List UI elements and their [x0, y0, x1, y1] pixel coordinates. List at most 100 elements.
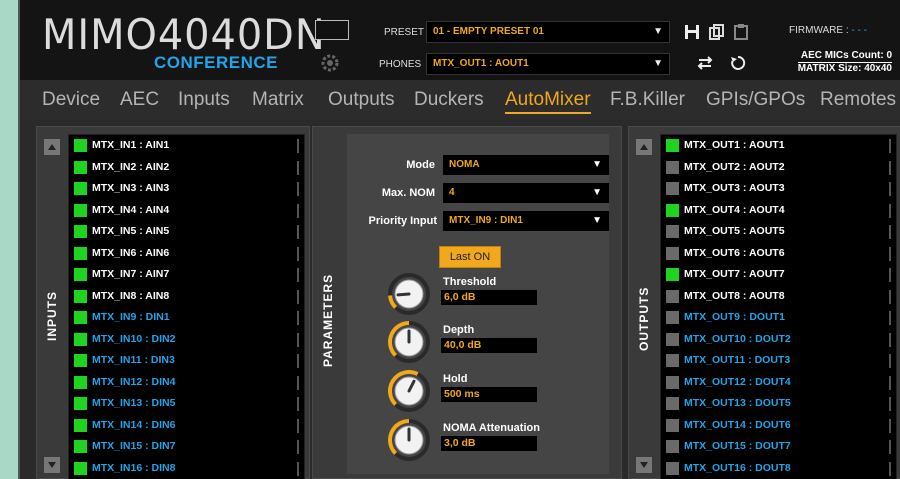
- tab-inputs[interactable]: Inputs: [178, 89, 230, 111]
- enable-checkbox[interactable]: [74, 332, 87, 346]
- tab-gpis-gpos[interactable]: GPIs/GPOs: [706, 89, 805, 111]
- list-item[interactable]: MTX_OUT13 : DOUT5: [661, 393, 896, 415]
- list-item[interactable]: MTX_OUT10 : DOUT2: [661, 329, 896, 351]
- copy-icon[interactable]: [708, 23, 726, 41]
- tab-automixer[interactable]: AutoMixer: [505, 89, 591, 114]
- list-item[interactable]: MTX_IN5 : AIN5: [69, 221, 304, 243]
- last-on-button[interactable]: Last ON: [439, 246, 501, 268]
- tab-fbkiller[interactable]: F.B.Killer: [610, 89, 685, 111]
- list-item[interactable]: MTX_OUT8 : AOUT8: [661, 286, 896, 308]
- priority-dropdown[interactable]: MTX_IN9 : DIN1 ▼: [443, 211, 609, 231]
- list-item[interactable]: MTX_IN11 : DIN3: [69, 350, 304, 372]
- tab-duckers[interactable]: Duckers: [414, 89, 484, 111]
- tab-outputs[interactable]: Outputs: [328, 89, 395, 111]
- phones-dropdown[interactable]: MTX_OUT1 : AOUT1 ▼: [426, 53, 670, 75]
- save-icon[interactable]: [683, 23, 701, 41]
- enable-checkbox[interactable]: [74, 203, 87, 217]
- enable-checkbox[interactable]: [666, 139, 679, 152]
- enable-checkbox[interactable]: [666, 375, 679, 389]
- list-item[interactable]: MTX_IN6 : AIN6: [69, 243, 304, 265]
- list-item[interactable]: MTX_OUT15 : DOUT7: [661, 436, 896, 458]
- enable-checkbox[interactable]: [74, 225, 87, 238]
- maxnom-dropdown[interactable]: 4 ▼: [443, 183, 609, 203]
- list-item[interactable]: MTX_IN4 : AIN4: [69, 200, 304, 222]
- list-item[interactable]: MTX_IN12 : DIN4: [69, 372, 304, 394]
- list-item[interactable]: MTX_OUT14 : DOUT6: [661, 415, 896, 437]
- mode-dropdown[interactable]: NOMA ▼: [443, 155, 609, 175]
- inputs-scroll-down-button[interactable]: [44, 457, 60, 473]
- enable-checkbox[interactable]: [666, 418, 679, 432]
- list-item[interactable]: MTX_OUT2 : AOUT2: [661, 157, 896, 179]
- outputs-scroll-up-button[interactable]: [636, 139, 652, 155]
- list-item[interactable]: MTX_OUT1 : AOUT1: [661, 135, 896, 157]
- list-item[interactable]: MTX_IN3 : AIN3: [69, 178, 304, 200]
- paste-icon[interactable]: [732, 22, 750, 40]
- list-item[interactable]: MTX_IN15 : DIN7: [69, 436, 304, 458]
- knob-value-field[interactable]: 6,0 dB: [441, 290, 537, 305]
- enable-checkbox[interactable]: [666, 440, 679, 453]
- enable-checkbox[interactable]: [74, 289, 87, 303]
- list-item[interactable]: MTX_OUT7 : AOUT7: [661, 264, 896, 286]
- enable-checkbox[interactable]: [74, 418, 87, 432]
- preset-dropdown[interactable]: 01 - EMPTY PRESET 01 ▼: [426, 21, 670, 43]
- list-item[interactable]: MTX_OUT11 : DOUT3: [661, 350, 896, 372]
- enable-checkbox[interactable]: [666, 332, 679, 346]
- enable-checkbox[interactable]: [74, 268, 87, 281]
- list-item[interactable]: MTX_OUT3 : AOUT3: [661, 178, 896, 200]
- tab-device[interactable]: Device: [42, 89, 100, 111]
- knob-hold[interactable]: [387, 369, 431, 413]
- enable-checkbox[interactable]: [74, 246, 87, 260]
- list-item[interactable]: MTX_OUT6 : AOUT6: [661, 243, 896, 265]
- tab-matrix[interactable]: Matrix: [252, 89, 304, 111]
- list-item[interactable]: MTX_IN2 : AIN2: [69, 157, 304, 179]
- swap-icon[interactable]: [696, 54, 714, 72]
- enable-checkbox[interactable]: [74, 139, 87, 152]
- enable-checkbox[interactable]: [74, 440, 87, 453]
- enable-checkbox[interactable]: [74, 375, 87, 389]
- enable-checkbox[interactable]: [666, 289, 679, 303]
- enable-checkbox[interactable]: [666, 182, 679, 195]
- knob-noma-attenuation[interactable]: [387, 418, 431, 462]
- list-item[interactable]: MTX_OUT9 : DOUT1: [661, 307, 896, 329]
- enable-checkbox[interactable]: [666, 461, 679, 475]
- enable-checkbox[interactable]: [666, 246, 679, 260]
- reset-icon[interactable]: [729, 54, 747, 72]
- enable-checkbox[interactable]: [666, 354, 679, 367]
- tab-aec[interactable]: AEC: [120, 89, 159, 111]
- enable-checkbox[interactable]: [74, 354, 87, 367]
- knob-threshold[interactable]: [387, 272, 431, 316]
- knob-value-field[interactable]: 500 ms: [441, 387, 537, 402]
- knob-depth[interactable]: [387, 320, 431, 364]
- list-item[interactable]: MTX_OUT5 : AOUT5: [661, 221, 896, 243]
- status-box[interactable]: [315, 20, 349, 40]
- enable-checkbox[interactable]: [666, 268, 679, 281]
- list-item[interactable]: MTX_IN1 : AIN1: [69, 135, 304, 157]
- list-item[interactable]: MTX_IN9 : DIN1: [69, 307, 304, 329]
- list-item[interactable]: MTX_IN10 : DIN2: [69, 329, 304, 351]
- knob-value-field[interactable]: 40,0 dB: [441, 338, 537, 353]
- enable-checkbox[interactable]: [666, 311, 679, 324]
- enable-checkbox[interactable]: [666, 203, 679, 217]
- enable-checkbox[interactable]: [666, 397, 679, 410]
- list-item[interactable]: MTX_OUT4 : AOUT4: [661, 200, 896, 222]
- outputs-list[interactable]: MTX_OUT1 : AOUT1 MTX_OUT2 : AOUT2 MTX_OUT3…: [660, 134, 897, 479]
- knob-value-field[interactable]: 3,0 dB: [441, 436, 537, 451]
- list-item[interactable]: MTX_IN16 : DIN8: [69, 458, 304, 479]
- enable-checkbox[interactable]: [666, 160, 679, 174]
- enable-checkbox[interactable]: [74, 397, 87, 410]
- gear-icon[interactable]: [319, 52, 341, 74]
- enable-checkbox[interactable]: [666, 225, 679, 238]
- inputs-list[interactable]: MTX_IN1 : AIN1 MTX_IN2 : AIN2 MTX_IN3 : AI…: [68, 134, 305, 479]
- list-item[interactable]: MTX_IN8 : AIN8: [69, 286, 304, 308]
- list-item[interactable]: MTX_IN13 : DIN5: [69, 393, 304, 415]
- enable-checkbox[interactable]: [74, 182, 87, 195]
- list-item[interactable]: MTX_OUT16 : DOUT8: [661, 458, 896, 479]
- inputs-scroll-up-button[interactable]: [44, 139, 60, 155]
- list-item[interactable]: MTX_IN14 : DIN6: [69, 415, 304, 437]
- outputs-scroll-down-button[interactable]: [636, 457, 652, 473]
- enable-checkbox[interactable]: [74, 160, 87, 174]
- tab-remotes[interactable]: Remotes: [820, 89, 896, 111]
- enable-checkbox[interactable]: [74, 461, 87, 475]
- enable-checkbox[interactable]: [74, 311, 87, 324]
- list-item[interactable]: MTX_OUT12 : DOUT4: [661, 372, 896, 394]
